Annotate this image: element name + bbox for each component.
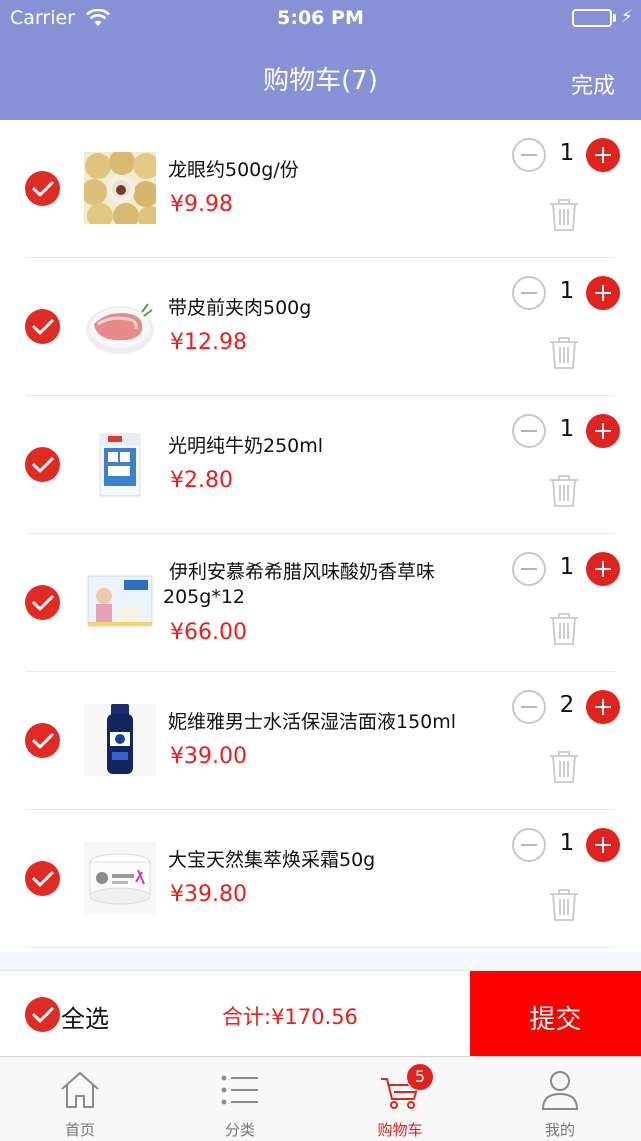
divider [26, 947, 615, 948]
cart-badge: 5 [406, 1063, 434, 1091]
product-name: 龙眼约500g/份 [168, 159, 299, 181]
list-footer [0, 952, 641, 970]
decrease-button[interactable] [512, 276, 546, 310]
product-price: ¥9.98 [170, 192, 233, 217]
decrease-button[interactable] [512, 552, 546, 586]
trash-icon[interactable] [547, 334, 581, 370]
product-name: 大宝天然集萃焕采霜50g [168, 849, 376, 871]
tab-label: 我的 [544, 1121, 575, 1139]
quantity-value: 1 [559, 830, 575, 856]
quantity-value: 1 [559, 416, 575, 442]
select-all-checkbox[interactable] [25, 997, 60, 1032]
battery-icon [572, 9, 612, 27]
cream-jar-image [84, 842, 156, 914]
cart-item: 伊利安慕希希腊风味酸奶香草味205g*12 ¥66.00 1 [0, 534, 641, 672]
product-name: 伊利安慕希希腊风味酸奶香草味205g*12 [163, 561, 436, 608]
decrease-button[interactable] [512, 828, 546, 862]
submit-label: 提交 [529, 1004, 582, 1034]
cart-item: 带皮前夹肉500g ¥12.98 1 [0, 258, 641, 396]
page-title: 购物车(7) [263, 66, 378, 96]
increase-button[interactable] [586, 414, 620, 448]
cart-list[interactable]: 龙眼约500g/份 ¥9.98 1 带皮前夹肉500g ¥12.98 1 光明纯… [0, 120, 641, 952]
increase-button[interactable] [586, 690, 620, 724]
product-price: ¥39.80 [170, 882, 247, 907]
tab-cart[interactable]: 5 购物车 [340, 1057, 460, 1141]
checkout-bar: 全选 合计:¥170.56 提交 [0, 970, 641, 1057]
increase-button[interactable] [586, 138, 620, 172]
trash-icon[interactable] [547, 610, 581, 646]
item-checkbox[interactable] [25, 861, 60, 896]
status-bar: Carrier 5:06 PM ⚡ [0, 0, 641, 38]
cart-item: 妮维雅男士水活保湿洁面液150ml ¥39.00 2 [0, 672, 641, 810]
item-checkbox[interactable] [25, 723, 60, 758]
quantity-value: 2 [559, 692, 575, 718]
trash-icon[interactable] [547, 748, 581, 784]
cleanser-bottle-image [84, 704, 156, 776]
battery-cap [613, 14, 616, 22]
product-price: ¥66.00 [170, 620, 247, 645]
decrease-button[interactable] [512, 414, 546, 448]
tab-category[interactable]: 分类 [180, 1057, 300, 1141]
item-checkbox[interactable] [25, 171, 60, 206]
quantity-value: 1 [559, 278, 575, 304]
home-icon [60, 1069, 100, 1111]
tab-profile[interactable]: 我的 [500, 1057, 620, 1141]
done-button[interactable]: 完成 [571, 68, 615, 100]
tab-label: 首页 [64, 1121, 95, 1139]
longan-image [84, 152, 156, 224]
bolt-icon: ⚡ [621, 7, 633, 27]
total-amount: 合计:¥170.56 [222, 1005, 358, 1029]
item-checkbox[interactable] [25, 309, 60, 344]
cart-item: 龙眼约500g/份 ¥9.98 1 [0, 120, 641, 258]
submit-button[interactable]: 提交 [470, 971, 641, 1057]
milk-carton-image [84, 428, 156, 500]
increase-button[interactable] [586, 828, 620, 862]
quantity-value: 1 [559, 554, 575, 580]
cart-item: 大宝天然集萃焕采霜50g ¥39.80 1 [0, 810, 641, 948]
clock: 5:06 PM [277, 7, 364, 29]
tab-home[interactable]: 首页 [20, 1057, 140, 1141]
tab-label: 购物车 [377, 1121, 423, 1139]
decrease-button[interactable] [512, 138, 546, 172]
tab-bar: 首页 分类 5 购物车 我的 [0, 1056, 641, 1141]
pork-image [84, 290, 156, 362]
item-checkbox[interactable] [25, 447, 60, 482]
cart-item: 光明纯牛奶250ml ¥2.80 1 [0, 396, 641, 534]
trash-icon[interactable] [547, 196, 581, 232]
item-checkbox[interactable] [25, 585, 60, 620]
tab-label: 分类 [224, 1121, 255, 1139]
product-name: 妮维雅男士水活保湿洁面液150ml [168, 711, 457, 733]
product-name: 带皮前夹肉500g [168, 297, 312, 319]
trash-icon[interactable] [547, 886, 581, 922]
increase-button[interactable] [586, 276, 620, 310]
list-icon [220, 1069, 260, 1111]
product-name: 光明纯牛奶250ml [168, 435, 324, 457]
quantity-value: 1 [559, 140, 575, 166]
decrease-button[interactable] [512, 690, 546, 724]
select-all-label[interactable]: 全选 [61, 999, 109, 1034]
trash-icon[interactable] [547, 472, 581, 508]
yogurt-box-image [84, 566, 156, 638]
product-price: ¥12.98 [170, 330, 247, 355]
top-bar: Carrier 5:06 PM ⚡ 购物车(7) 完成 [0, 0, 641, 120]
product-price: ¥39.00 [170, 744, 247, 769]
increase-button[interactable] [586, 552, 620, 586]
product-price: ¥2.80 [170, 468, 233, 493]
user-icon [540, 1069, 580, 1111]
